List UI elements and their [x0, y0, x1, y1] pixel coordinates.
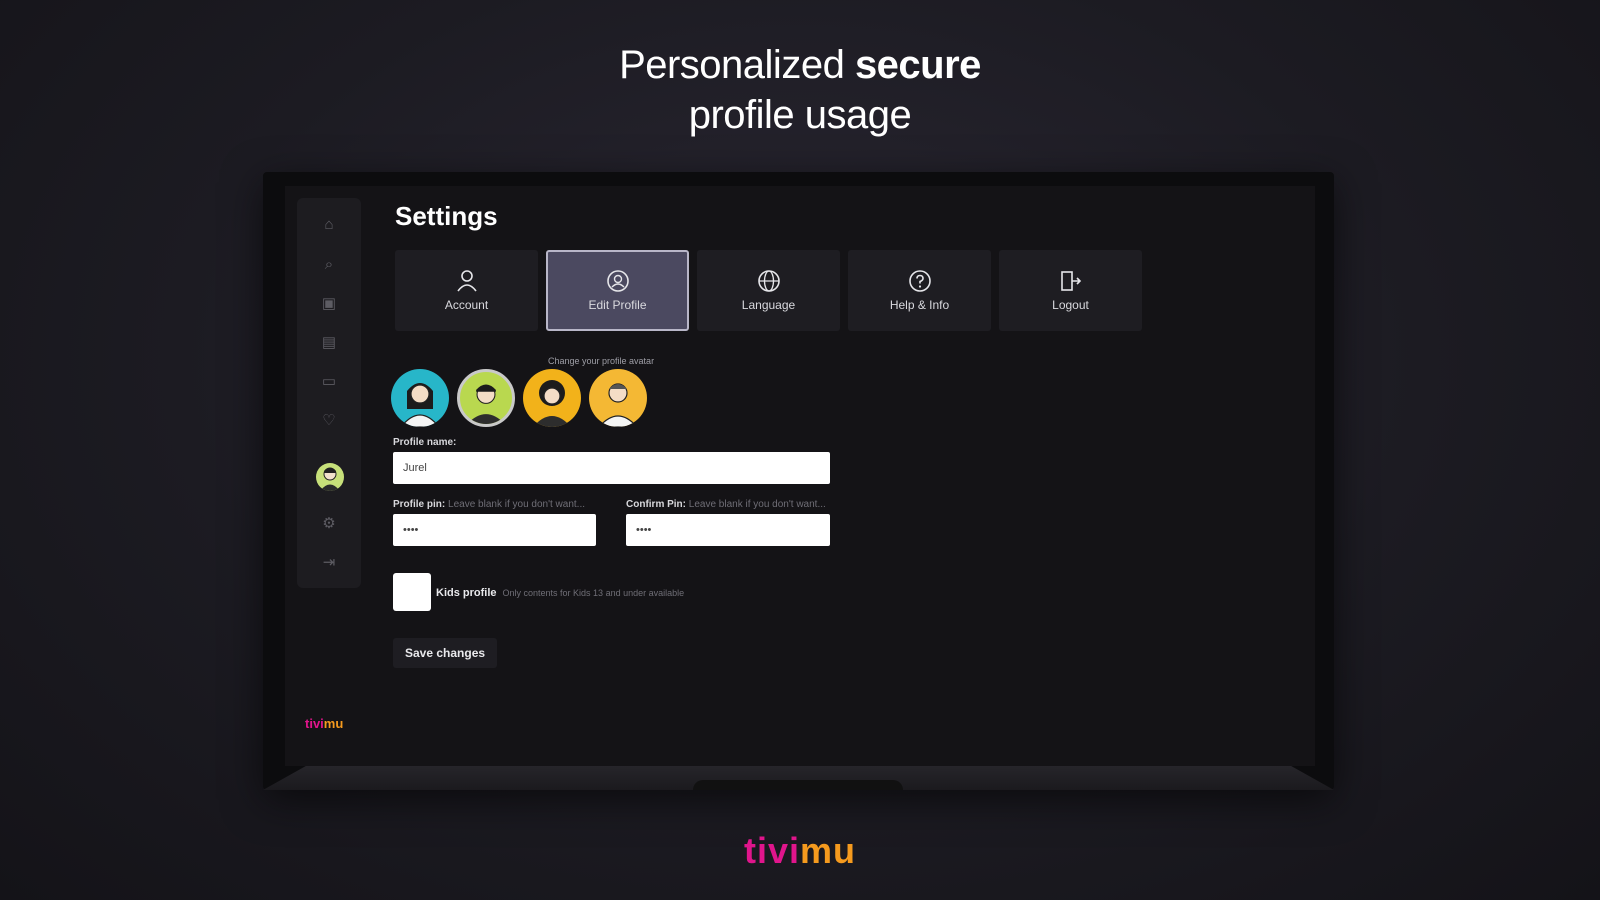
tv-screen: ⌂ ⌕ ▣ ▤ ▭ ♡ ⚙ ⇥ tivimu Settings Account …	[285, 186, 1315, 766]
settings-tabs: Account Edit Profile Language Help & Inf…	[395, 250, 1142, 331]
series-icon[interactable]: ▭	[317, 369, 341, 393]
avatar-picker	[391, 369, 647, 427]
tab-account[interactable]: Account	[395, 250, 538, 331]
sidebar-avatar[interactable]	[316, 463, 344, 491]
globe-icon	[757, 269, 780, 292]
tab-language[interactable]: Language	[697, 250, 840, 331]
tab-edit-profile-label: Edit Profile	[588, 297, 647, 312]
favorites-icon[interactable]: ♡	[317, 408, 341, 432]
profile-name-label: Profile name:	[393, 437, 457, 448]
kids-profile-label: Kids profile Only contents for Kids 13 an…	[436, 587, 685, 599]
page-title: Settings	[395, 201, 498, 231]
tab-help-info[interactable]: Help & Info	[848, 250, 991, 331]
tab-logout-label: Logout	[1052, 297, 1089, 312]
confirm-pin-label: Confirm Pin: Leave blank if you don't wa…	[626, 499, 826, 510]
headline-line2: profile usage	[688, 93, 912, 137]
footer-brand-logo: tivimu	[743, 830, 856, 871]
logout-icon	[1060, 270, 1082, 292]
tab-account-label: Account	[444, 297, 489, 312]
avatar-option-3[interactable]	[523, 369, 581, 427]
logout-icon[interactable]: ⇥	[317, 550, 341, 574]
edit-profile-icon	[606, 269, 629, 292]
profile-pin-label: Profile pin: Leave blank if you don't wa…	[393, 499, 586, 510]
avatar-caption: Change your profile avatar	[548, 356, 655, 366]
avatar-option-2[interactable]	[457, 369, 515, 427]
movies-icon[interactable]: ▤	[317, 330, 341, 354]
help-icon	[908, 269, 931, 292]
sidebar: ⌂ ⌕ ▣ ▤ ▭ ♡ ⚙ ⇥	[297, 198, 361, 588]
profile-pin-input[interactable]: ••••	[393, 514, 596, 546]
kids-profile-checkbox[interactable]	[393, 573, 431, 611]
tab-language-label: Language	[741, 297, 796, 312]
settings-icon[interactable]: ⚙	[317, 511, 341, 535]
headline-bold: secure	[854, 43, 981, 87]
tv-frame: ⌂ ⌕ ▣ ▤ ▭ ♡ ⚙ ⇥ tivimu Settings Account …	[263, 172, 1334, 790]
tv-icon[interactable]: ▣	[317, 291, 341, 315]
tab-help-info-label: Help & Info	[889, 297, 950, 312]
avatar-option-4[interactable]	[589, 369, 647, 427]
save-changes-button[interactable]: Save changes	[393, 638, 498, 668]
search-icon[interactable]: ⌕	[317, 252, 341, 276]
avatar-option-1[interactable]	[391, 369, 449, 427]
headline: Personalized secure profile usage	[0, 40, 1600, 140]
tab-logout[interactable]: Logout	[999, 250, 1142, 331]
confirm-pin-input[interactable]: ••••	[626, 514, 830, 546]
home-icon[interactable]: ⌂	[317, 212, 341, 236]
sidebar-brand-logo: tivimu	[305, 716, 344, 731]
profile-name-input[interactable]: Jurel	[393, 452, 830, 484]
tv-stand	[263, 766, 1334, 790]
headline-regular: Personalized	[619, 43, 855, 87]
tab-edit-profile[interactable]: Edit Profile	[546, 250, 689, 331]
user-icon	[456, 269, 478, 292]
